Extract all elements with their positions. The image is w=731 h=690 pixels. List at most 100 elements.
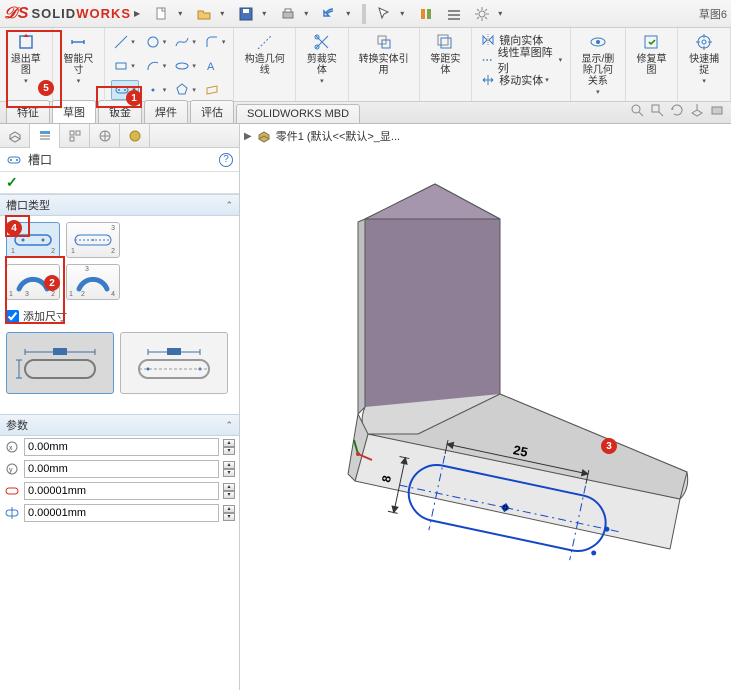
params-label: 参数 bbox=[6, 417, 28, 433]
convert-button[interactable]: 转换实体引用 bbox=[353, 30, 415, 78]
repair-button[interactable]: 修复草图 bbox=[630, 30, 674, 78]
params-heading[interactable]: 参数 ⌃ bbox=[0, 414, 239, 436]
spin-down[interactable]: ▾ bbox=[223, 513, 235, 521]
panel-tab-display-icon[interactable] bbox=[120, 124, 150, 148]
trim-label: 剪裁实体 bbox=[304, 54, 340, 76]
param-cy-input[interactable] bbox=[24, 460, 219, 478]
slot-type-heading[interactable]: 槽口类型 ⌃ bbox=[0, 194, 239, 216]
callout-2: 2 bbox=[44, 275, 60, 291]
add-dim-label: 添加尺寸 bbox=[23, 308, 67, 324]
settings-button[interactable]: ▾ bbox=[469, 4, 509, 24]
select-button[interactable]: ▾ bbox=[371, 4, 411, 24]
slot-type-center[interactable]: 123 bbox=[66, 222, 120, 258]
panel-tab-config-icon[interactable] bbox=[60, 124, 90, 148]
move-button[interactable]: 移动实体▾ bbox=[478, 70, 551, 90]
param-w: ▴▾ bbox=[0, 480, 239, 502]
param-h-input[interactable] bbox=[24, 504, 219, 522]
spin-down[interactable]: ▾ bbox=[223, 491, 235, 499]
quick-access-toolbar: ▾ ▾ ▾ ▾ ▾ ▾ ▾ bbox=[149, 4, 509, 24]
help-icon[interactable]: ? bbox=[219, 153, 233, 167]
title-bar: 𝒟S SOLIDWORKS ▶ ▾ ▾ ▾ ▾ ▾ ▾ ▾ 草图6 bbox=[0, 0, 731, 28]
rect-button[interactable]: ▾ bbox=[111, 56, 139, 76]
param-cx: x ▴▾ bbox=[0, 436, 239, 458]
fillet-button[interactable]: ▾ bbox=[202, 32, 228, 52]
tab-mbd[interactable]: SOLIDWORKS MBD bbox=[236, 104, 360, 123]
point-button[interactable]: ▾ bbox=[143, 80, 169, 100]
rebuild-button[interactable] bbox=[413, 4, 439, 24]
param-cx-input[interactable] bbox=[24, 438, 219, 456]
ok-button[interactable]: ✓ bbox=[6, 174, 18, 191]
offset-button[interactable]: 等距实体 bbox=[424, 30, 468, 78]
dim-scheme-center[interactable] bbox=[120, 332, 228, 394]
zoom-fit-icon[interactable] bbox=[629, 102, 645, 121]
slot-type-arc-center[interactable]: 3241 bbox=[66, 264, 120, 300]
tab-evaluate[interactable]: 评估 bbox=[190, 100, 234, 123]
param-cy: y ▴▾ bbox=[0, 458, 239, 480]
text-button[interactable]: A bbox=[202, 56, 228, 76]
callout-3: 3 bbox=[601, 438, 617, 454]
param-w-input[interactable] bbox=[24, 482, 219, 500]
width-icon bbox=[4, 483, 20, 499]
linear-pattern-button[interactable]: 线性草图阵列▾ bbox=[478, 50, 564, 70]
undo-button[interactable]: ▾ bbox=[317, 4, 357, 24]
callout-4: 4 bbox=[6, 220, 22, 236]
dim-x-label: 25 bbox=[512, 442, 529, 460]
show-del-rel-label: 显示/删除几何关系 bbox=[579, 54, 616, 87]
save-button[interactable]: ▾ bbox=[233, 4, 273, 24]
brand-solid: SOLID bbox=[31, 6, 76, 21]
trim-button[interactable]: 剪裁实体 ▾ bbox=[300, 30, 344, 87]
tab-weldment[interactable]: 焊件 bbox=[144, 100, 188, 123]
ds-logo-icon: 𝒟S bbox=[4, 5, 29, 23]
display-style-icon[interactable] bbox=[709, 102, 725, 121]
convert-label: 转换实体引用 bbox=[357, 54, 411, 76]
spline-button[interactable]: ▾ bbox=[172, 32, 198, 52]
tab-sketch[interactable]: 草图 bbox=[52, 100, 96, 123]
collapse-icon: ⌃ bbox=[225, 420, 233, 431]
app-menu-dropdown[interactable]: ▶ bbox=[134, 9, 140, 18]
spin-down[interactable]: ▾ bbox=[223, 469, 235, 477]
view-toolbar bbox=[629, 102, 725, 123]
rotate-icon[interactable] bbox=[669, 102, 685, 121]
svg-text:A: A bbox=[207, 61, 215, 73]
smart-dim-label: 智能尺寸 bbox=[61, 54, 97, 76]
panel-tab-dimxpert-icon[interactable] bbox=[90, 124, 120, 148]
confirm-row: ✓ bbox=[0, 172, 239, 194]
dim-scheme-overall[interactable] bbox=[6, 332, 114, 394]
construct-line-button[interactable]: 构造几何线 bbox=[238, 30, 291, 78]
arc-button[interactable]: ▾ bbox=[143, 56, 169, 76]
panel-tab-feature-icon[interactable] bbox=[0, 124, 30, 148]
smart-dim-button[interactable]: 智能尺寸 ▾ bbox=[57, 30, 101, 87]
show-del-rel-button[interactable]: 显示/删除几何关系 ▾ bbox=[575, 30, 620, 98]
plane-button[interactable] bbox=[202, 80, 228, 100]
app-logo: 𝒟S SOLIDWORKS bbox=[4, 5, 131, 23]
exit-sketch-button[interactable]: 退出草图 ▾ bbox=[4, 30, 48, 87]
panel-tab-property-icon[interactable] bbox=[30, 124, 60, 148]
snap-button[interactable]: 快速捕捉 ▾ bbox=[682, 30, 726, 87]
new-button[interactable]: ▾ bbox=[149, 4, 189, 24]
options-button[interactable] bbox=[441, 4, 467, 24]
exit-sketch-label: 退出草图 bbox=[8, 54, 44, 76]
spin-up[interactable]: ▴ bbox=[223, 439, 235, 447]
spin-up[interactable]: ▴ bbox=[223, 505, 235, 513]
ellipse-button[interactable]: ▾ bbox=[172, 56, 198, 76]
polygon-button[interactable]: ▾ bbox=[172, 80, 198, 100]
spin-down[interactable]: ▾ bbox=[223, 447, 235, 455]
line-button[interactable]: ▾ bbox=[111, 32, 139, 52]
model-canvas: 25 8 bbox=[240, 124, 730, 654]
circle-button[interactable]: ▾ bbox=[143, 32, 169, 52]
zoom-area-icon[interactable] bbox=[649, 102, 665, 121]
slot-type-label: 槽口类型 bbox=[6, 197, 50, 213]
separator-icon bbox=[362, 4, 366, 24]
tab-feature[interactable]: 特征 bbox=[6, 100, 50, 123]
spin-up[interactable]: ▴ bbox=[223, 483, 235, 491]
param-h: ▴▾ bbox=[0, 502, 239, 524]
view-orient-icon[interactable] bbox=[689, 102, 705, 121]
add-dim-checkbox[interactable]: 添加尺寸 bbox=[0, 306, 239, 326]
graphics-view[interactable]: ▶ 零件1 (默认<<默认>_显... bbox=[240, 124, 731, 690]
print-button[interactable]: ▾ bbox=[275, 4, 315, 24]
slot-icon bbox=[6, 152, 22, 168]
add-dim-input[interactable] bbox=[6, 310, 19, 323]
spin-up[interactable]: ▴ bbox=[223, 461, 235, 469]
move-label: 移动实体 bbox=[499, 72, 543, 88]
open-button[interactable]: ▾ bbox=[191, 4, 231, 24]
